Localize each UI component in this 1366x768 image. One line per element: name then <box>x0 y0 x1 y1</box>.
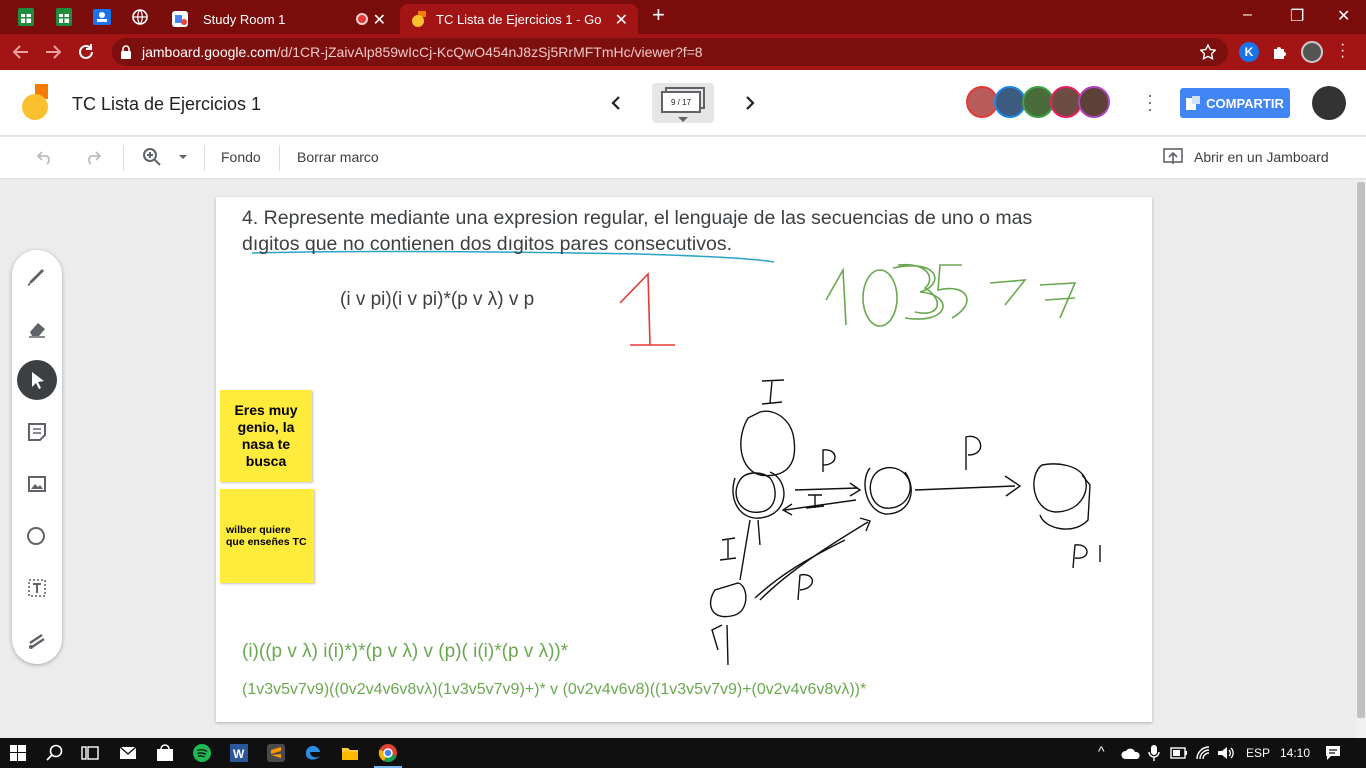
divider <box>123 145 124 171</box>
close-window-icon[interactable]: ✕ <box>1337 6 1350 26</box>
bookmark-star-icon[interactable] <box>1200 44 1216 60</box>
board-toolbar: Fondo Borrar marco Abrir en un Jamboard <box>0 137 1366 179</box>
lock-icon <box>121 45 131 59</box>
language-indicator[interactable]: ESP <box>1246 746 1270 760</box>
task-view-icon[interactable] <box>81 745 101 765</box>
jamboard-logo <box>22 84 48 120</box>
sticky-note-tool-icon[interactable] <box>17 412 57 452</box>
text-box-tool-icon[interactable] <box>17 568 57 608</box>
svg-text:W: W <box>233 747 245 761</box>
close-tab-icon[interactable]: ✕ <box>615 10 628 30</box>
classroom-icon[interactable] <box>90 5 114 29</box>
restore-icon[interactable]: ❐ <box>1290 6 1304 26</box>
zoom-dropdown-icon[interactable] <box>179 155 187 160</box>
notifications-icon[interactable] <box>1325 745 1341 761</box>
forward-icon[interactable] <box>44 44 62 60</box>
green-regex-1[interactable]: (i)((p v λ) i(i)*)*(p v λ) v (p)( i(i)*(… <box>242 641 568 663</box>
app-header: TC Lista de Ejercicios 1 9 / 17 · · · COMP… <box>0 70 1366 136</box>
edge-icon[interactable] <box>304 744 324 764</box>
background-button[interactable]: Fondo <box>221 149 261 165</box>
profile-avatar[interactable] <box>1301 41 1323 63</box>
frame-counter: 9 / 17 <box>661 91 701 113</box>
tab-title: Study Room 1 <box>203 11 286 27</box>
clear-frame-button[interactable]: Borrar marco <box>297 149 379 165</box>
clock[interactable]: 14:10 <box>1280 746 1310 760</box>
globe-icon[interactable] <box>128 5 152 29</box>
undo-icon[interactable] <box>36 149 54 165</box>
sticky-note[interactable]: Eres muy genio, la nasa te busca <box>220 390 312 482</box>
chevron-up-icon[interactable]: ^ <box>1098 743 1105 759</box>
browser-toolbar: jamboard.google.com/d/1CR-jZaivAlp859wIc… <box>0 34 1366 70</box>
sublime-icon[interactable] <box>267 744 287 764</box>
open-in-jamboard-button[interactable]: Abrir en un Jamboard <box>1194 149 1329 165</box>
tab-study-room[interactable]: Study Room 1 ✕ <box>164 4 400 34</box>
search-icon[interactable] <box>46 744 66 764</box>
question-text[interactable]: 4. Represente mediante una expresion reg… <box>242 205 1142 257</box>
jamboard-icon <box>412 11 426 27</box>
eraser-tool-icon[interactable] <box>17 308 57 348</box>
volume-icon[interactable] <box>1217 745 1235 761</box>
sheets-icon[interactable] <box>14 5 38 29</box>
divider <box>279 145 280 171</box>
chrome-icon[interactable] <box>378 743 398 763</box>
file-explorer-icon[interactable] <box>341 744 361 764</box>
spotify-icon[interactable] <box>193 744 213 764</box>
store-icon[interactable] <box>156 744 176 764</box>
frame-navigator[interactable]: 9 / 17 <box>652 83 714 123</box>
image-tool-icon[interactable] <box>17 464 57 504</box>
windows-start-icon[interactable] <box>10 745 30 765</box>
reload-icon[interactable] <box>77 43 95 61</box>
meet-icon <box>172 11 188 27</box>
open-in-jamboard-icon[interactable] <box>1163 147 1185 167</box>
redo-icon[interactable] <box>84 149 102 165</box>
back-icon[interactable] <box>12 44 30 60</box>
scrollbar-thumb[interactable] <box>1357 182 1365 718</box>
onedrive-icon[interactable] <box>1121 747 1141 759</box>
minimize-icon[interactable]: – <box>1243 6 1252 24</box>
laser-tool-icon[interactable] <box>17 620 57 660</box>
address-bar[interactable]: jamboard.google.com/d/1CR-jZaivAlp859wIc… <box>112 38 1228 66</box>
share-label: COMPARTIR <box>1206 95 1284 111</box>
select-tool-icon[interactable] <box>17 360 57 400</box>
microphone-icon[interactable] <box>1148 745 1160 761</box>
question-line-1: 4. Represente mediante una expresion reg… <box>242 207 1033 229</box>
url-path: /d/1CR-jZaivAlp859wIcCj-KcQwO454nJ8zSj5R… <box>276 44 703 60</box>
divider <box>204 145 205 171</box>
tab-jamboard[interactable]: TC Lista de Ejercicios 1 - Google J ✕ <box>400 4 638 34</box>
mail-icon[interactable] <box>119 745 139 765</box>
zoom-icon[interactable] <box>142 147 162 167</box>
pen-tool-icon[interactable] <box>17 256 57 296</box>
browser-menu-icon[interactable]: · · · <box>1340 37 1345 65</box>
previous-frame-icon[interactable] <box>609 95 623 111</box>
close-tab-icon[interactable]: ✕ <box>373 10 386 30</box>
battery-icon[interactable] <box>1170 747 1188 759</box>
next-frame-icon[interactable] <box>743 95 757 111</box>
wifi-icon[interactable] <box>1195 745 1211 761</box>
sheets-icon[interactable] <box>52 5 76 29</box>
collaborator-avatar[interactable] <box>1078 86 1110 118</box>
tab-title: TC Lista de Ejercicios 1 - Google J <box>436 11 601 27</box>
word-icon[interactable]: W <box>230 744 250 764</box>
chevron-down-icon <box>678 117 688 122</box>
share-button[interactable]: COMPARTIR <box>1180 88 1290 118</box>
extensions-puzzle-icon[interactable] <box>1271 43 1289 61</box>
question-line-2: dıgitos que no contienen dos dıgitos par… <box>242 233 732 255</box>
recording-dot-icon <box>356 13 368 25</box>
circle-shape-tool-icon[interactable] <box>17 516 57 556</box>
browser-tab-strip: Study Room 1 ✕ TC Lista de Ejercicios 1 … <box>0 0 1366 34</box>
tool-palette <box>12 250 62 664</box>
green-regex-2[interactable]: (1v3v5v7v9)((0v2v4v6v8vλ)(1v3v5v7v9)+)* … <box>242 681 866 699</box>
extension-k-icon[interactable]: K <box>1239 42 1259 62</box>
sticky-note[interactable]: wilber quiere que enseñes TC <box>220 489 314 583</box>
account-avatar[interactable] <box>1312 86 1346 120</box>
new-tab-button[interactable]: + <box>652 2 665 28</box>
more-options-icon[interactable]: · · · <box>1147 86 1153 118</box>
url-domain: jamboard.google.com <box>142 44 277 60</box>
share-people-icon <box>1186 96 1201 110</box>
windows-taskbar: W ^ ESP 14:10 <box>0 738 1366 768</box>
regex-expression[interactable]: (i v pi)(i v pi)*(p v λ) v p <box>340 289 534 311</box>
document-title[interactable]: TC Lista de Ejercicios 1 <box>72 94 261 115</box>
